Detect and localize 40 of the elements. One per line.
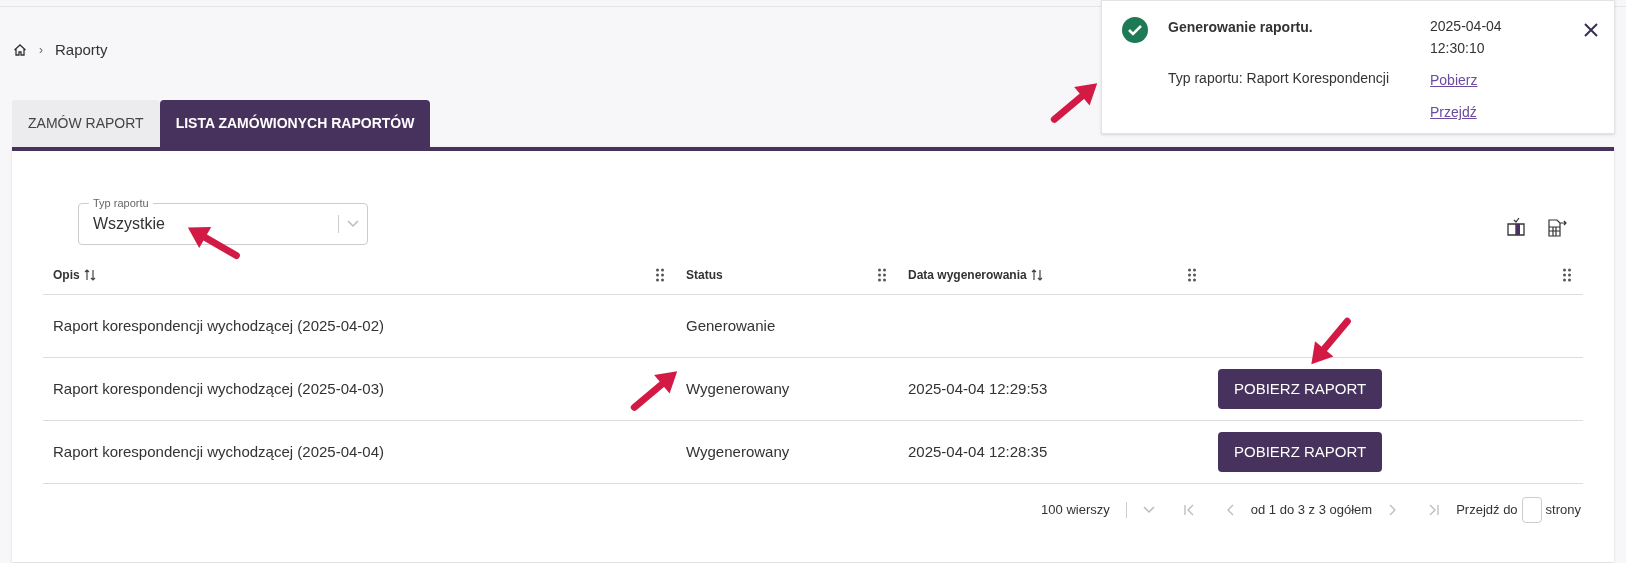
breadcrumb-current: Raporty: [55, 39, 108, 60]
tab[interactable]: LISTA ZAMÓWIONYCH RAPORTÓW: [159, 100, 431, 147]
toast-link[interactable]: Przejdź: [1430, 101, 1502, 123]
page-number-field[interactable]: [1521, 497, 1542, 523]
export-icon[interactable]: [1546, 217, 1568, 239]
table-cell-text: Wygenerowany: [685, 378, 791, 399]
home-icon[interactable]: [13, 43, 27, 57]
drag-handle-icon[interactable]: [1563, 267, 1571, 282]
sort-icon[interactable]: [83, 267, 96, 282]
table-cell-text: Wygenerowany: [685, 441, 791, 462]
toast-link[interactable]: Pobierz: [1430, 69, 1502, 91]
drag-handle-icon[interactable]: [656, 267, 664, 282]
table-cell-text: Raport korespondencji wychodzącej (2025-04-02): [52, 315, 386, 336]
columns-icon[interactable]: [1506, 217, 1526, 237]
toast-title: Generowanie raportu.: [1168, 18, 1314, 37]
drag-handle-icon[interactable]: [878, 267, 886, 282]
download-report-button[interactable]: POBIERZ RAPORT: [1218, 432, 1383, 472]
toast-time: 12:30:10: [1430, 39, 1486, 58]
page-size-label: 100 wierszy: [1041, 501, 1110, 520]
table-cell: 2025-04-04 12:29:53: [908, 379, 1048, 397]
page-range-text: od 1 do 3 z 3 ogółem: [1250, 501, 1373, 520]
table-cell-text: Generowanie: [685, 315, 777, 336]
column-header[interactable]: Opis: [53, 265, 80, 284]
table-cell-text: Raport korespondencji wychodzącej (2025-04-04): [52, 441, 386, 462]
column-header[interactable]: Data wygenerowania: [908, 265, 1027, 284]
download-report-button[interactable]: POBIERZ RAPORT: [1218, 369, 1383, 409]
column-header[interactable]: Status: [686, 265, 723, 284]
success-check-icon: [1122, 17, 1148, 43]
close-icon[interactable]: [1584, 23, 1598, 37]
chevron-down-icon: [347, 220, 359, 228]
toast-message: Typ raportu: Raport Korespondencji: [1168, 69, 1390, 88]
tab[interactable]: ZAMÓW RAPORT: [12, 100, 160, 147]
sort-icon[interactable]: [1030, 267, 1043, 282]
goto-suffix: strony: [1545, 501, 1581, 520]
toast-date: 2025-04-04: [1430, 17, 1502, 36]
goto-label: Przejdź do: [1456, 501, 1518, 520]
table-cell: 2025-04-04 12:28:35: [908, 442, 1048, 460]
breadcrumb-separator: ›: [39, 42, 43, 58]
drag-handle-icon[interactable]: [1188, 267, 1196, 282]
table-cell-text: Raport korespondencji wychodzącej (2025-04-03): [52, 378, 386, 399]
